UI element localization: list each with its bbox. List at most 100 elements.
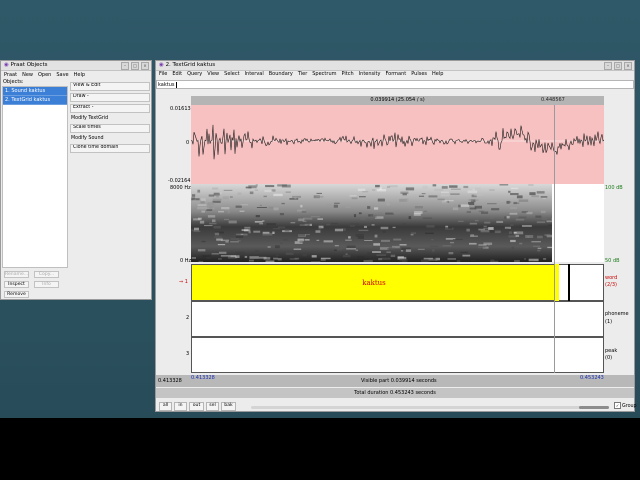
menu-query[interactable]: Query (187, 70, 202, 78)
spectrogram-speckle (215, 194, 220, 198)
spectrogram-speckle (402, 223, 406, 226)
objects-titlebar[interactable]: ◉ Praat Objects – □ × (1, 61, 151, 71)
clone-time-domain-button[interactable]: Clone time domain (70, 144, 150, 153)
menu-boundary[interactable]: Boundary (269, 70, 293, 78)
spectrogram-blank-area (552, 184, 604, 262)
maximize-icon[interactable]: □ (131, 62, 139, 70)
menu-save[interactable]: Save (56, 71, 68, 79)
close-icon[interactable]: × (624, 62, 632, 70)
spectrogram-speckle (263, 195, 267, 198)
spectrogram-speckle (513, 232, 517, 234)
spectrogram-speckle (277, 258, 282, 261)
tier-phoneme[interactable] (191, 301, 604, 337)
menu-pitch[interactable]: Pitch (341, 70, 353, 78)
menu-tier[interactable]: Tier (298, 70, 307, 78)
spectrogram-speckle (197, 189, 201, 193)
info-button[interactable]: Info (34, 281, 59, 288)
spectrogram-speckle (380, 226, 389, 230)
all-button[interactable]: all (159, 402, 172, 411)
scale-times-button[interactable]: Scale times (70, 124, 150, 133)
menu-help[interactable]: Help (432, 70, 443, 78)
horizontal-scrollbar[interactable] (251, 406, 609, 409)
spectrogram-bottom-db: 50 dB (605, 258, 620, 264)
spectrogram-speckle (298, 233, 306, 237)
copy-button[interactable]: Copy... (34, 271, 59, 278)
objects-list[interactable]: 1. Sound kaktus 2. TextGrid kaktus (2, 86, 68, 268)
spectrogram-panel[interactable] (191, 184, 552, 262)
menu-pulses[interactable]: Pulses (411, 70, 427, 78)
spectrogram-speckle (404, 198, 409, 202)
spectrogram-speckle (265, 260, 275, 262)
maximize-icon[interactable]: □ (614, 62, 622, 70)
close-icon[interactable]: × (141, 62, 149, 70)
menu-new[interactable]: New (22, 71, 33, 79)
menu-select[interactable]: Select (224, 70, 239, 78)
spectrogram-speckle (510, 187, 519, 190)
spectrogram-speckle (370, 214, 377, 218)
waveform-max-label: 0.01613 (170, 106, 191, 112)
spectrogram-speckle (437, 198, 445, 201)
group-checkbox[interactable]: ✓ (614, 402, 621, 409)
menu-praat[interactable]: Praat (4, 71, 17, 79)
spectrogram-speckle (389, 185, 398, 188)
spectrogram-speckle (346, 248, 357, 250)
spectrogram-speckle (294, 196, 297, 200)
tier-2-name: phoneme (605, 311, 629, 317)
group-label: Group (622, 404, 637, 409)
zoom-in-button[interactable]: in (174, 402, 187, 411)
extract-button[interactable]: Extract - (70, 104, 150, 113)
zoom-to-selection-button[interactable]: sel (206, 402, 219, 411)
zoom-out-button[interactable]: out (189, 402, 204, 411)
menu-interval[interactable]: Interval (245, 70, 264, 78)
tier-word-selected-interval[interactable]: kaktus (191, 264, 555, 301)
spectrogram-speckle (235, 251, 245, 254)
menu-help[interactable]: Help (74, 71, 85, 79)
view-edit-button[interactable]: View & Edit (70, 82, 150, 91)
spectrogram-speckle (422, 185, 428, 189)
menu-formant[interactable]: Formant (385, 70, 406, 78)
interval-boundary[interactable] (568, 264, 570, 301)
inspect-button[interactable]: Inspect (4, 281, 29, 288)
rename-button[interactable]: Rename... (4, 271, 29, 278)
spectrogram-speckle (345, 206, 351, 208)
menu-open[interactable]: Open (38, 71, 51, 79)
menu-file[interactable]: File (159, 70, 167, 78)
interval-text-field[interactable]: kaktus (156, 80, 634, 89)
total-duration-bar[interactable]: Total duration 0.453243 seconds (156, 388, 634, 398)
minimize-icon[interactable]: – (604, 62, 612, 70)
remove-button[interactable]: Remove (4, 291, 29, 298)
spectrogram-speckle (540, 210, 546, 214)
draw-button[interactable]: Draw - (70, 93, 150, 102)
object-item-sound[interactable]: 1. Sound kaktus (3, 87, 67, 96)
spectrogram-speckle (469, 242, 477, 245)
spectrogram-speckle (214, 232, 220, 236)
menu-view[interactable]: View (207, 70, 219, 78)
menu-edit[interactable]: Edit (172, 70, 182, 78)
spectrogram-speckle (496, 220, 504, 223)
scrollbar-thumb[interactable] (579, 406, 609, 409)
spectrogram-speckle (448, 252, 454, 255)
spectrogram-speckle (536, 221, 546, 224)
spectrogram-speckle (468, 199, 473, 202)
menu-intensity[interactable]: Intensity (359, 70, 381, 78)
group-toggle[interactable]: ✓ Group (614, 402, 637, 411)
tier-3-name: peak (605, 348, 618, 354)
spectrogram-speckle (237, 192, 242, 195)
visible-part-bar[interactable]: 0.413328 0.413328 Visible part 0.039914 … (156, 375, 634, 387)
waveform-panel[interactable] (191, 105, 604, 184)
spectrogram-speckle (521, 225, 532, 227)
spectrogram-speckle (293, 248, 302, 250)
spectrogram-speckle (292, 195, 301, 198)
menu-spectrum[interactable]: Spectrum (312, 70, 336, 78)
spectrogram-speckle (357, 236, 364, 239)
textgrid-editor-window: ◉ 2. TextGrid kaktus – □ × File Edit Que… (155, 60, 637, 412)
zoom-back-button[interactable]: bak (221, 402, 236, 411)
tier-peak[interactable] (191, 337, 604, 373)
spectrogram-speckle (222, 196, 229, 200)
spectrogram-speckle (255, 184, 258, 187)
object-item-textgrid[interactable]: 2. TextGrid kaktus (3, 96, 67, 105)
minimize-icon[interactable]: – (121, 62, 129, 70)
spectrogram-speckle (265, 185, 275, 188)
spectrogram-speckle (244, 226, 251, 229)
tier-word-next-interval[interactable] (555, 264, 604, 301)
